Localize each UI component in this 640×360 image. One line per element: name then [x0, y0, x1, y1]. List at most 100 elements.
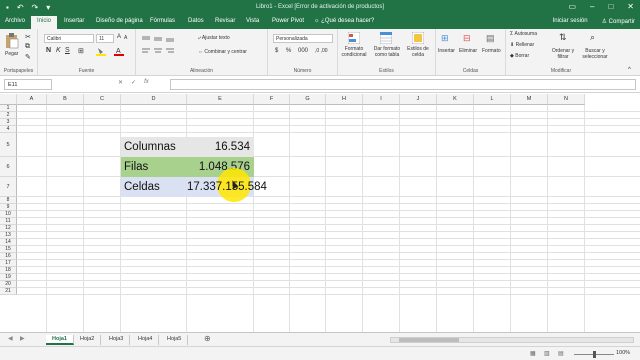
row-header-19[interactable]: 19	[0, 274, 17, 281]
share-button[interactable]: ♙ Compartir	[602, 18, 635, 25]
font-name-select[interactable]: Calibri	[44, 34, 94, 43]
italic-icon[interactable]: K	[56, 47, 61, 54]
tab-revisar[interactable]: Revisar	[215, 18, 235, 24]
maximize-icon[interactable]: □	[608, 2, 613, 11]
column-header-i[interactable]: I	[363, 94, 400, 105]
row-header-15[interactable]: 15	[0, 246, 17, 253]
table-value-cell[interactable]: 16.534	[187, 137, 250, 157]
row-header-10[interactable]: 10	[0, 211, 17, 218]
format-cells-icon[interactable]: ▤	[486, 33, 495, 44]
minimize-icon[interactable]: –	[590, 2, 594, 11]
sheet-tab-hoja5[interactable]: Hoja5	[161, 335, 189, 345]
shrink-font-icon[interactable]: A	[124, 35, 127, 41]
currency-icon[interactable]: $	[275, 48, 278, 54]
sheet-tab-hoja3[interactable]: Hoja3	[103, 335, 131, 345]
alignment-icons[interactable]	[142, 35, 182, 57]
bold-icon[interactable]: N	[46, 47, 51, 54]
column-header-b[interactable]: B	[47, 94, 84, 105]
ribbon-display-icon[interactable]: ▭	[568, 2, 576, 11]
row-header-20[interactable]: 20	[0, 281, 17, 288]
clear-button[interactable]: ◆ Borrar	[510, 53, 529, 59]
signin-link[interactable]: Iniciar sesión	[553, 18, 588, 25]
row-header-14[interactable]: 14	[0, 239, 17, 246]
tab-archivo[interactable]: Archivo	[5, 18, 25, 24]
row-header-16[interactable]: 16	[0, 253, 17, 260]
sort-filter-icon[interactable]: ⇅	[559, 32, 567, 43]
page-layout-icon[interactable]: ▥	[544, 350, 550, 357]
tab-power-pivot[interactable]: Power Pivot	[272, 18, 304, 24]
column-header-e[interactable]: E	[187, 94, 254, 105]
font-size-select[interactable]: 11	[96, 34, 114, 43]
row-header-2[interactable]: 2	[0, 112, 17, 119]
row-header-3[interactable]: 3	[0, 119, 17, 126]
page-break-icon[interactable]: ▤	[558, 350, 564, 357]
prev-sheet-icon[interactable]: ◀	[8, 335, 13, 342]
enter-icon[interactable]: ✓	[131, 79, 136, 86]
column-header-m[interactable]: M	[511, 94, 548, 105]
row-header-7[interactable]: 7	[0, 177, 17, 197]
next-sheet-icon[interactable]: ▶	[20, 335, 25, 342]
autosum-button[interactable]: Σ Autosuma	[510, 31, 537, 37]
scroll-thumb[interactable]	[399, 338, 459, 342]
table-label-cell[interactable]: Filas	[124, 157, 148, 177]
format-painter-icon[interactable]: ✎	[25, 53, 31, 61]
close-icon[interactable]: ✕	[627, 2, 634, 11]
cell-styles-icon[interactable]	[412, 32, 424, 44]
row-header-11[interactable]: 11	[0, 218, 17, 225]
thousands-icon[interactable]: 000	[298, 48, 308, 54]
column-header-h[interactable]: H	[326, 94, 363, 105]
copy-icon[interactable]: ⧉	[25, 43, 30, 51]
grow-font-icon[interactable]: A	[117, 34, 121, 40]
normal-view-icon[interactable]: ▦	[530, 350, 536, 357]
fill-color-icon[interactable]	[96, 47, 106, 56]
font-color-icon[interactable]: A	[114, 47, 124, 56]
delete-cells-icon[interactable]: ⊟	[463, 33, 471, 44]
column-header-c[interactable]: C	[84, 94, 121, 105]
column-header-n[interactable]: N	[548, 94, 585, 105]
fx-icon[interactable]: fx	[144, 79, 149, 86]
sheet-tab-hoja2[interactable]: Hoja2	[74, 335, 102, 345]
merge-center-button[interactable]: ⇔ Combinar y centrar	[198, 49, 247, 55]
tab-inicio[interactable]: Inicio	[31, 16, 58, 29]
sheet-tab-hoja4[interactable]: Hoja4	[132, 335, 160, 345]
row-header-6[interactable]: 6	[0, 157, 17, 177]
row-header-18[interactable]: 18	[0, 267, 17, 274]
decimal-icon[interactable]: ,0 ,00	[315, 48, 328, 54]
formula-input[interactable]	[170, 79, 636, 90]
name-box[interactable]: E11	[4, 79, 52, 90]
column-header-j[interactable]: J	[400, 94, 437, 105]
row-header-9[interactable]: 9	[0, 204, 17, 211]
underline-icon[interactable]: S	[65, 47, 70, 54]
horizontal-scrollbar[interactable]	[390, 337, 634, 343]
cancel-icon[interactable]: ✕	[118, 79, 123, 86]
wrap-text-button[interactable]: ⤶ Ajustar texto	[198, 35, 230, 41]
percent-icon[interactable]: %	[286, 48, 291, 54]
select-all-corner[interactable]	[0, 94, 17, 105]
number-format-select[interactable]: Personalizada	[273, 34, 333, 43]
column-header-f[interactable]: F	[254, 94, 290, 105]
borders-icon[interactable]: ⊞	[78, 47, 84, 55]
tab-vista[interactable]: Vista	[246, 18, 259, 24]
row-header-13[interactable]: 13	[0, 232, 17, 239]
row-header-17[interactable]: 17	[0, 260, 17, 267]
table-label-cell[interactable]: Columnas	[124, 137, 176, 157]
conditional-format-icon[interactable]	[348, 32, 360, 44]
find-select-icon[interactable]: ⌕	[590, 32, 595, 43]
format-table-icon[interactable]	[380, 32, 392, 44]
column-header-l[interactable]: L	[474, 94, 511, 105]
tab-diseno-pagina[interactable]: Diseño de página	[96, 18, 143, 24]
paste-icon[interactable]	[5, 33, 19, 49]
row-header-4[interactable]: 4	[0, 126, 17, 133]
table-value-cell[interactable]: 17.337.155.584	[187, 177, 267, 197]
row-header-12[interactable]: 12	[0, 225, 17, 232]
row-header-5[interactable]: 5	[0, 133, 17, 157]
sheet-tab-hoja1[interactable]: Hoja1	[46, 335, 74, 345]
column-header-a[interactable]: A	[17, 94, 47, 105]
column-header-g[interactable]: G	[290, 94, 326, 105]
cut-icon[interactable]: ✂	[25, 33, 31, 41]
table-label-cell[interactable]: Celdas	[124, 177, 160, 197]
tab-datos[interactable]: Datos	[188, 18, 204, 24]
tab-insertar[interactable]: Insertar	[64, 18, 84, 24]
worksheet-grid[interactable]: A B C D E F G H I J K L M N 1 2 3 4 5 6 7 8 9 10 11 12 13 14 15 16 17 1…	[0, 94, 640, 332]
fill-button[interactable]: ⬇ Rellenar	[510, 42, 534, 48]
